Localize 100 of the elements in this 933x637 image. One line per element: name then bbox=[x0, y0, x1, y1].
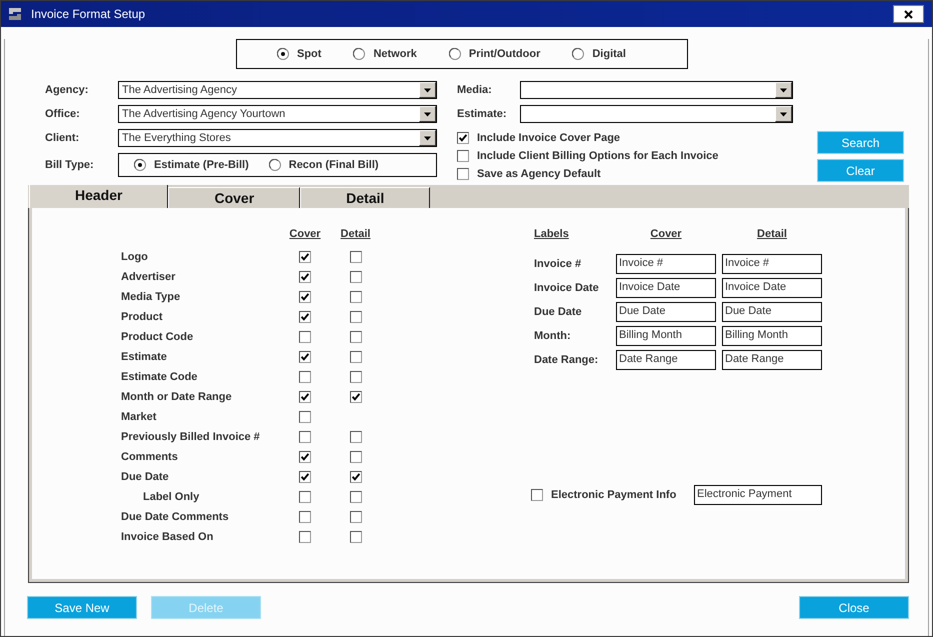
field-label: Media Type bbox=[121, 291, 180, 303]
field-label: Estimate Code bbox=[121, 371, 198, 383]
field-label: Product bbox=[121, 311, 163, 323]
close-icon bbox=[904, 10, 913, 18]
checkbox[interactable] bbox=[350, 311, 362, 323]
field-label: Due Date bbox=[534, 306, 583, 318]
dropdown-arrow-icon bbox=[419, 82, 436, 98]
dropdown-field[interactable]: The Advertising Agency Yourtown bbox=[118, 105, 437, 123]
checkbox[interactable] bbox=[299, 511, 311, 523]
checkbox[interactable] bbox=[299, 351, 311, 363]
column-heading: Cover bbox=[650, 228, 682, 240]
radio-button[interactable] bbox=[268, 159, 281, 171]
tab[interactable]: Detail bbox=[300, 187, 430, 208]
text-field[interactable]: Invoice # bbox=[722, 254, 822, 274]
text-field[interactable]: Billing Month bbox=[722, 326, 822, 346]
window-title: Invoice Format Setup bbox=[31, 7, 146, 21]
radio-button[interactable] bbox=[353, 48, 366, 60]
checkbox[interactable] bbox=[299, 291, 311, 303]
checkbox[interactable] bbox=[299, 411, 311, 423]
field-label: Previously Billed Invoice # bbox=[121, 431, 260, 443]
text-field[interactable]: Due Date bbox=[722, 302, 822, 322]
checkbox[interactable] bbox=[350, 431, 362, 443]
tab[interactable]: Header bbox=[29, 185, 168, 208]
field-label: Comments bbox=[121, 451, 178, 463]
checkbox[interactable] bbox=[350, 471, 362, 483]
dropdown-arrow-icon bbox=[775, 82, 792, 98]
column-heading: Detail bbox=[757, 228, 787, 240]
checkbox[interactable] bbox=[350, 371, 362, 383]
checkbox[interactable] bbox=[350, 511, 362, 523]
dropdown-arrow-icon bbox=[419, 130, 436, 146]
radio-button[interactable] bbox=[448, 48, 461, 60]
field-label: Date Range: bbox=[534, 354, 600, 366]
logo-icon bbox=[8, 7, 22, 21]
field-label: Media: bbox=[457, 84, 493, 96]
checkbox[interactable] bbox=[457, 168, 469, 180]
field-label: Office: bbox=[45, 108, 81, 120]
field-label: Estimate bbox=[121, 351, 167, 363]
field-label: Invoice Date bbox=[534, 282, 600, 294]
checkbox-label: Include Client Billing Options for Each Invoice bbox=[477, 150, 718, 162]
dropdown-arrow-icon bbox=[419, 106, 436, 122]
checkbox[interactable] bbox=[350, 351, 362, 363]
dropdown-field[interactable] bbox=[520, 105, 793, 123]
checkbox[interactable] bbox=[457, 150, 469, 162]
checkbox[interactable] bbox=[531, 489, 543, 501]
checkbox[interactable] bbox=[299, 491, 311, 503]
checkbox[interactable] bbox=[299, 251, 311, 263]
checkbox[interactable] bbox=[299, 431, 311, 443]
checkbox[interactable] bbox=[350, 251, 362, 263]
radio-label: Digital bbox=[592, 48, 626, 60]
checkbox[interactable] bbox=[350, 391, 362, 403]
radio-button[interactable] bbox=[572, 48, 584, 60]
checkbox[interactable] bbox=[457, 132, 469, 144]
checkbox[interactable] bbox=[350, 291, 362, 303]
dropdown-arrow-icon bbox=[775, 106, 792, 122]
field-label: Agency: bbox=[45, 84, 90, 96]
field-label: Month: bbox=[534, 330, 572, 342]
checkbox[interactable] bbox=[350, 451, 362, 463]
text-field[interactable]: Invoice # bbox=[616, 254, 716, 274]
text-field[interactable]: Due Date bbox=[616, 302, 716, 322]
radio-button[interactable] bbox=[277, 48, 289, 60]
checkbox[interactable] bbox=[299, 531, 311, 543]
text-field[interactable]: Date Range bbox=[722, 350, 822, 370]
column-heading: Detail bbox=[340, 228, 370, 240]
checkbox-label: Save as Agency Default bbox=[477, 168, 601, 180]
radio-label: Spot bbox=[297, 48, 322, 60]
text-field[interactable]: Invoice Date bbox=[722, 278, 822, 298]
column-heading: Cover bbox=[289, 228, 321, 240]
checkbox[interactable] bbox=[299, 311, 311, 323]
checkbox[interactable] bbox=[350, 271, 362, 283]
radio-label: Network bbox=[373, 48, 417, 60]
checkbox[interactable] bbox=[299, 271, 311, 283]
radio-label: Print/Outdoor bbox=[468, 48, 540, 60]
checkbox[interactable] bbox=[350, 531, 362, 543]
checkbox-label: Include Invoice Cover Page bbox=[477, 132, 620, 144]
checkbox[interactable] bbox=[299, 391, 311, 403]
column-heading: Labels bbox=[534, 228, 569, 240]
text-field[interactable]: Billing Month bbox=[616, 326, 716, 346]
field-label: Estimate: bbox=[457, 108, 508, 120]
checkbox[interactable] bbox=[350, 491, 362, 503]
radio-label: Estimate (Pre-Bill) bbox=[154, 159, 249, 171]
checkbox[interactable] bbox=[299, 451, 311, 463]
tab[interactable]: Cover bbox=[168, 187, 300, 208]
text-field[interactable]: Date Range bbox=[616, 350, 716, 370]
dropdown-field[interactable] bbox=[520, 81, 793, 99]
text-field[interactable]: Electronic Payment bbox=[694, 485, 822, 505]
close-button[interactable] bbox=[893, 5, 924, 23]
dropdown-field[interactable]: The Advertising Agency bbox=[118, 81, 437, 99]
field-label: Month or Date Range bbox=[121, 391, 232, 403]
field-label: Due Date bbox=[121, 471, 169, 483]
text-field[interactable]: Invoice Date bbox=[616, 278, 716, 298]
checkbox[interactable] bbox=[350, 331, 362, 343]
field-label: Electronic Payment Info bbox=[551, 489, 676, 501]
field-label: Invoice # bbox=[534, 258, 582, 270]
checkbox[interactable] bbox=[299, 371, 311, 383]
field-label: Label Only bbox=[143, 491, 200, 503]
checkbox[interactable] bbox=[299, 331, 311, 343]
field-label: Client: bbox=[45, 132, 80, 144]
radio-button[interactable] bbox=[134, 159, 146, 171]
dropdown-field[interactable]: The Everything Stores bbox=[118, 129, 437, 147]
checkbox[interactable] bbox=[299, 471, 311, 483]
